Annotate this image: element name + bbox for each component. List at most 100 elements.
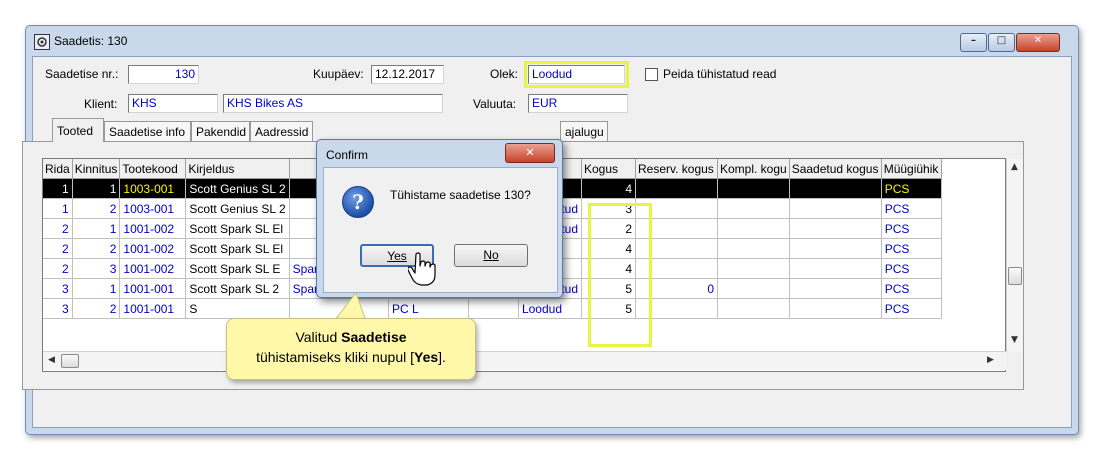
cell-uhik[interactable]: PCS (881, 238, 942, 259)
cell-kogus[interactable]: 4 (581, 178, 636, 199)
window-title: Saadetis: 130 (54, 34, 128, 48)
cell-kinnitus[interactable]: 2 (72, 198, 121, 219)
col-header[interactable]: Saadetud kogus (789, 159, 882, 179)
cell-kompl[interactable] (717, 278, 790, 299)
cell-saadetud[interactable] (789, 178, 882, 199)
callout-text: Valitud Saadetise tühistamiseks kliki nu… (227, 327, 475, 367)
horizontal-scrollbar[interactable]: ◀ ▶ (43, 351, 1006, 370)
currency-label: Valuuta: (473, 97, 517, 111)
cell-reserv[interactable] (635, 178, 718, 199)
cell-kirjeldus[interactable]: Scott Spark SL E (185, 258, 290, 279)
tab-saadetise-info[interactable]: Saadetise info (104, 121, 191, 141)
cell-uhik[interactable]: PCS (881, 218, 942, 239)
window-titlebar[interactable]: Saadetis: 130 – □ ✕ (26, 26, 1078, 56)
cell-uhik[interactable]: PCS (881, 298, 942, 319)
no-button[interactable]: No (454, 244, 528, 267)
cell-uhik[interactable]: PCS (881, 278, 942, 299)
dialog-close-button[interactable]: ✕ (505, 143, 555, 163)
maximize-icon: □ (996, 35, 1007, 46)
vertical-scrollbar[interactable]: ▲ ▼ (1006, 159, 1023, 352)
cell-saadetud[interactable] (789, 298, 882, 319)
date-label: Kuupäev: (313, 67, 364, 81)
cell-kompl[interactable] (717, 198, 790, 219)
scroll-right-icon[interactable]: ▶ (987, 355, 994, 365)
tab-aadressid[interactable]: Aadressid (250, 121, 313, 141)
cell-rida[interactable]: 2 (43, 258, 73, 279)
table-row[interactable]: 3 2 1001-001 S PC L Loodud 5 PCS (43, 298, 942, 319)
cell-kinnitus[interactable]: 1 (72, 178, 121, 199)
currency-field[interactable]: EUR (528, 94, 628, 113)
status-field[interactable]: Loodud (524, 61, 629, 88)
cell-rida[interactable]: 2 (43, 218, 73, 239)
cell-kinnitus[interactable]: 1 (72, 278, 121, 299)
callout-line2-prefix: tühistamiseks kliki nupul [ (256, 349, 415, 365)
minimize-button[interactable]: – (960, 33, 987, 52)
cell-kood[interactable]: 1001-002 (119, 238, 187, 259)
cell-kompl[interactable] (717, 218, 790, 239)
client-code-field[interactable]: KHS (128, 94, 218, 113)
cell-rida[interactable]: 3 (43, 298, 73, 319)
cell-rida[interactable]: 1 (43, 178, 73, 199)
callout-line1-bold: Saadetise (341, 329, 407, 345)
tab-tooted[interactable]: Tooted (52, 118, 104, 142)
hide-cancelled-checkbox[interactable] (645, 68, 658, 81)
cell-rida[interactable]: 2 (43, 238, 73, 259)
horizontal-scroll-thumb[interactable] (61, 354, 79, 368)
scroll-up-icon[interactable]: ▲ (1011, 162, 1018, 172)
cell-kinnitus[interactable]: 2 (72, 298, 121, 319)
cell-kirjeldus[interactable]: Scott Genius SL 2 (185, 198, 290, 219)
cell-kood[interactable]: 1003-001 (119, 178, 187, 199)
cell-olek[interactable]: Loodud (518, 298, 583, 319)
cell-kirjeldus[interactable]: S (185, 298, 290, 319)
cell-uhik[interactable]: PCS (881, 198, 942, 219)
col-header[interactable]: Kirjeldus (185, 159, 290, 179)
no-button-label: No (483, 248, 499, 262)
cell-kirjeldus[interactable]: Scott Spark SL 2 (185, 278, 290, 299)
cell-kirjeldus[interactable]: Scott Spark SL El (185, 238, 290, 259)
status-column-highlight (588, 203, 652, 347)
col-header[interactable]: Müügiühik (881, 159, 942, 179)
cell-kirjeldus[interactable]: Scott Genius SL 2 (185, 178, 290, 199)
cell-saadetud[interactable] (789, 258, 882, 279)
cell-c6[interactable]: PC L (388, 298, 469, 319)
cell-uhik[interactable]: PCS (881, 178, 942, 199)
col-header[interactable]: Rida (43, 159, 73, 179)
cell-kompl[interactable] (717, 178, 790, 199)
cell-saadetud[interactable] (789, 278, 882, 299)
client-name-field[interactable]: KHS Bikes AS (223, 94, 443, 113)
col-header[interactable]: Reserv. kogus (635, 159, 718, 179)
tab-pakendid[interactable]: Pakendid (191, 121, 250, 141)
cell-kinnitus[interactable]: 2 (72, 238, 121, 259)
cell-kompl[interactable] (717, 238, 790, 259)
cell-saadetud[interactable] (789, 218, 882, 239)
shipment-no-field[interactable]: 130 (128, 65, 199, 84)
cell-kompl[interactable] (717, 298, 790, 319)
col-header[interactable]: Tootekood (119, 159, 187, 179)
cell-kood[interactable]: 1001-001 (119, 278, 187, 299)
vertical-scroll-thumb[interactable] (1008, 267, 1022, 285)
confirm-dialog: Confirm ✕ ? Tühistame saadetise 130? Yes… (316, 139, 563, 298)
maximize-button[interactable]: □ (988, 33, 1015, 52)
cell-kompl[interactable] (717, 258, 790, 279)
cell-kood[interactable]: 1001-001 (119, 298, 187, 319)
cell-kinnitus[interactable]: 3 (72, 258, 121, 279)
date-field[interactable]: 12.12.2017 (371, 65, 444, 84)
cell-kirjeldus[interactable]: Scott Spark SL El (185, 218, 290, 239)
close-button[interactable]: ✕ (1016, 33, 1060, 52)
tab-ajalugu[interactable]: ajalugu (560, 121, 608, 141)
scroll-left-icon[interactable]: ◀ (48, 355, 55, 365)
cell-saadetud[interactable] (789, 198, 882, 219)
cell-rida[interactable]: 3 (43, 278, 73, 299)
cell-rida[interactable]: 1 (43, 198, 73, 219)
col-header[interactable]: Kogus (581, 159, 636, 179)
cell-kood[interactable]: 1001-002 (119, 218, 187, 239)
cell-saadetud[interactable] (789, 238, 882, 259)
cell-uhik[interactable]: PCS (881, 258, 942, 279)
cell-kood[interactable]: 1001-002 (119, 258, 187, 279)
cell-c7[interactable] (468, 298, 519, 319)
col-header[interactable]: Kompl. kogu (717, 159, 790, 179)
col-header[interactable]: Kinnitus (72, 159, 121, 179)
cell-kinnitus[interactable]: 1 (72, 218, 121, 239)
scroll-down-icon[interactable]: ▼ (1011, 335, 1018, 345)
cell-kood[interactable]: 1003-001 (119, 198, 187, 219)
